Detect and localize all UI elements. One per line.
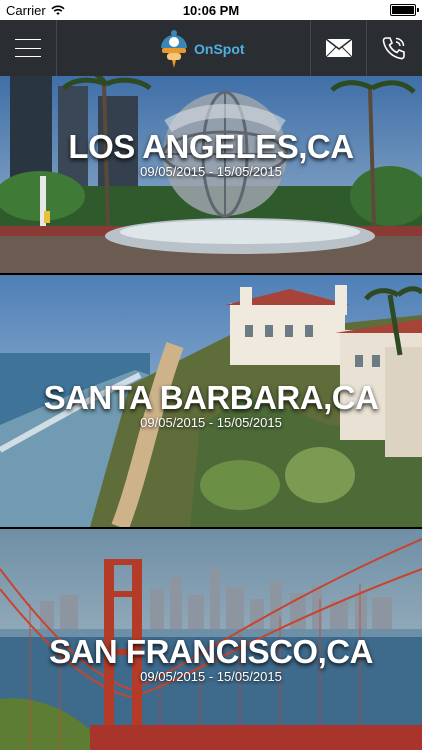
phone-button[interactable] <box>366 20 422 76</box>
menu-button[interactable] <box>0 20 56 76</box>
nav-bar: OnSpot <box>0 20 422 76</box>
city-dates: 09/05/2015 - 15/05/2015 <box>140 164 282 179</box>
status-bar: Carrier 10:06 PM <box>0 0 422 20</box>
city-dates: 09/05/2015 - 15/05/2015 <box>140 415 282 430</box>
city-caption: LOS ANGELES,CA 09/05/2015 - 15/05/2015 <box>0 128 422 179</box>
hamburger-menu-icon <box>15 39 41 57</box>
city-card-san-francisco[interactable]: SAN FRANCISCO,CA 09/05/2015 - 15/05/2015 <box>0 529 422 750</box>
city-name: SANTA BARBARA,CA <box>43 379 379 416</box>
mail-icon <box>325 38 353 58</box>
mail-button[interactable] <box>311 20 367 76</box>
brand-name: OnSpot <box>194 41 245 57</box>
city-name: LOS ANGELES,CA <box>68 128 354 165</box>
city-list: LOS ANGELES,CA 09/05/2015 - 15/05/2015 S… <box>0 76 422 750</box>
city-dates: 09/05/2015 - 15/05/2015 <box>140 669 282 684</box>
phone-icon <box>382 37 405 60</box>
city-name: SAN FRANCISCO,CA <box>49 633 373 670</box>
app-logo[interactable]: OnSpot <box>158 28 245 70</box>
city-caption: SAN FRANCISCO,CA 09/05/2015 - 15/05/2015 <box>0 633 422 684</box>
city-card-santa-barbara[interactable]: SANTA BARBARA,CA 09/05/2015 - 15/05/2015 <box>0 275 422 527</box>
city-card-los-angeles[interactable]: LOS ANGELES,CA 09/05/2015 - 15/05/2015 <box>0 76 422 273</box>
battery-icon <box>390 4 419 16</box>
onspot-logo-icon <box>161 30 187 68</box>
status-time: 10:06 PM <box>182 3 240 18</box>
city-caption: SANTA BARBARA,CA 09/05/2015 - 15/05/2015 <box>0 379 422 430</box>
nav-divider <box>56 20 57 76</box>
